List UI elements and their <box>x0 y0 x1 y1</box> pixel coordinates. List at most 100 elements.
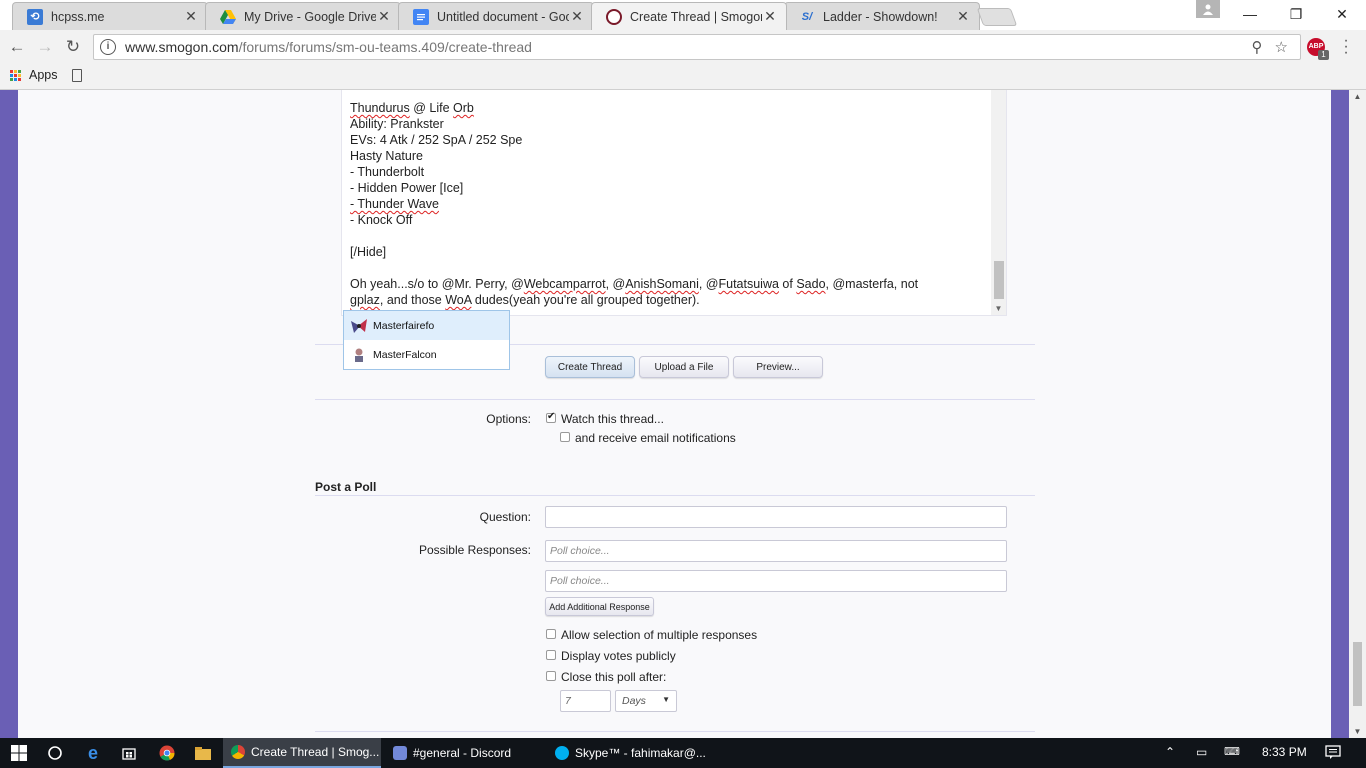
taskbar-chrome-window[interactable]: Create Thread | Smog... <box>223 738 381 768</box>
taskbar-discord-window[interactable]: #general - Discord <box>385 738 543 768</box>
tray-overflow-icon[interactable]: ⌃ <box>1165 745 1175 759</box>
misspelled-word: WoA <box>445 293 472 307</box>
mention-item[interactable]: Masterfairefo <box>344 311 509 340</box>
taskbar-task-title: Create Thread | Smog... <box>251 745 380 759</box>
close-tab-icon[interactable]: ✕ <box>762 8 778 25</box>
address-bar[interactable]: i www.smogon.com/forums/forums/sm-ou-tea… <box>93 34 1301 60</box>
tab-hcpss[interactable]: ⟲ hcpss.me ✕ <box>12 2 208 30</box>
close-poll-label[interactable]: Close this poll after: <box>561 670 666 684</box>
back-arrow-icon[interactable]: ← <box>6 37 28 57</box>
forum-content: Thundurus @ Life Orb Ability: Prankster EV… <box>18 90 1331 738</box>
restore-icon[interactable]: ❐ <box>1273 2 1319 26</box>
chrome-menu-icon[interactable]: · · · <box>1341 33 1351 61</box>
editor-line: EVs: 4 Atk / 252 SpA / 252 Spe <box>350 132 980 148</box>
watch-thread-label[interactable]: Watch this thread... <box>561 412 664 426</box>
poll-section-title: Post a Poll <box>315 480 377 494</box>
editor-text-segment: - Knock Off <box>350 213 413 227</box>
editor-text[interactable]: Thundurus @ Life Orb Ability: Prankster EV… <box>350 100 980 308</box>
minimize-icon[interactable]: — <box>1227 2 1273 26</box>
google-drive-icon <box>220 9 236 25</box>
store-icon[interactable] <box>110 738 148 768</box>
editor-text-segment: EVs: 4 Atk / 252 SpA / 252 Spe <box>350 133 523 147</box>
misspelled-word: Sado <box>796 277 826 291</box>
site-info-icon[interactable]: i <box>100 39 116 55</box>
new-tab-button[interactable] <box>976 8 1018 26</box>
edge-browser-icon[interactable]: e <box>74 738 112 768</box>
add-response-button[interactable]: Add Additional Response <box>545 597 654 616</box>
apps-shortcut[interactable]: Apps <box>10 68 58 82</box>
close-tab-icon[interactable]: ✕ <box>955 8 971 25</box>
close-tab-icon[interactable]: ✕ <box>569 8 585 25</box>
close-tab-icon[interactable]: ✕ <box>376 8 392 25</box>
upload-file-button[interactable]: Upload a File <box>639 356 729 378</box>
battery-icon[interactable]: ▭ <box>1196 745 1207 759</box>
editor-line: Thundurus @ Life Orb <box>350 100 980 116</box>
email-notifications-label[interactable]: and receive email notifications <box>575 431 736 445</box>
editor-text-segment: [/Hide] <box>350 245 387 259</box>
misspelled-word: Futatsuiwa <box>718 277 779 291</box>
editor-line: - Thunder Wave <box>350 196 980 212</box>
editor-line: [/Hide] <box>350 244 980 260</box>
editor-text-segment: Hasty Nature <box>350 149 423 163</box>
close-poll-unit-select[interactable]: Days ▼ <box>615 690 677 712</box>
display-votes-checkbox[interactable] <box>546 650 556 660</box>
editor-scroll-thumb[interactable] <box>994 261 1004 299</box>
document-bookmark-icon[interactable] <box>72 69 82 82</box>
mention-item[interactable]: MasterFalcon <box>344 340 509 369</box>
message-editor[interactable]: Thundurus @ Life Orb Ability: Prankster EV… <box>341 90 1007 316</box>
tab-showdown-ladder[interactable]: S/ Ladder - Showdown! ✕ <box>784 2 980 30</box>
editor-line: Hasty Nature <box>350 148 980 164</box>
tab-smogon-create-thread[interactable]: Create Thread | Smogon ✕ <box>591 2 787 30</box>
url-host: www.smogon.com <box>125 39 239 55</box>
chrome-pinned-icon[interactable] <box>148 738 186 768</box>
scroll-down-icon[interactable]: ▼ <box>991 304 1006 313</box>
zoom-icon[interactable]: ⚲ <box>1252 38 1263 56</box>
editor-line: Oh yeah...s/o to @Mr. Perry, @Webcamparr… <box>350 276 980 292</box>
showdown-icon: S/ <box>801 10 813 23</box>
taskbar-clock[interactable]: 8:33 PM <box>1262 745 1307 759</box>
scroll-up-icon[interactable]: ▲ <box>1349 92 1366 101</box>
display-votes-label[interactable]: Display votes publicly <box>561 649 676 663</box>
action-center-icon[interactable] <box>1325 745 1341 762</box>
forward-arrow-icon[interactable]: → <box>34 37 56 57</box>
mention-suggestions: Masterfairefo MasterFalcon <box>343 310 510 370</box>
windows-start-icon[interactable] <box>0 738 38 768</box>
reload-icon[interactable]: ↻ <box>62 37 84 57</box>
email-notifications-checkbox[interactable] <box>560 432 570 442</box>
allow-multiple-checkbox[interactable] <box>546 629 556 639</box>
poll-choice-input[interactable]: Poll choice... <box>545 570 1007 592</box>
poll-choice-input[interactable]: Poll choice... <box>545 540 1007 562</box>
close-poll-checkbox[interactable] <box>546 671 556 681</box>
file-explorer-icon[interactable] <box>184 738 222 768</box>
cortana-search-icon[interactable] <box>36 738 74 768</box>
allow-multiple-label[interactable]: Allow selection of multiple responses <box>561 628 757 642</box>
user-profile-icon[interactable] <box>1196 0 1220 18</box>
scroll-down-icon[interactable]: ▼ <box>1349 727 1366 736</box>
close-poll-length-input[interactable]: 7 <box>560 690 611 712</box>
page-scroll-thumb[interactable] <box>1353 642 1362 706</box>
editor-scrollbar[interactable]: ▼ <box>991 90 1006 315</box>
poll-question-input[interactable] <box>545 506 1007 528</box>
page-scrollbar[interactable]: ▲ ▼ <box>1349 90 1366 738</box>
editor-text-segment: Ability: Prankster <box>350 117 444 131</box>
close-tab-icon[interactable]: ✕ <box>183 8 199 25</box>
skype-icon <box>555 746 569 760</box>
question-label: Question: <box>479 510 531 524</box>
user-avatar-icon <box>355 348 363 362</box>
apps-grid-icon <box>10 69 21 81</box>
close-poll-unit-value: Days <box>622 695 646 707</box>
taskbar-skype-window[interactable]: Skype™ - fahimakar@... <box>547 738 705 768</box>
tab-google-docs[interactable]: Untitled document - Goo ✕ <box>398 2 594 30</box>
watch-thread-checkbox[interactable] <box>546 411 556 423</box>
bookmark-star-icon[interactable]: ☆ <box>1275 38 1288 56</box>
keyboard-icon[interactable]: ⌨ <box>1224 745 1240 758</box>
tab-google-drive[interactable]: My Drive - Google Drive ✕ <box>205 2 401 30</box>
close-window-icon[interactable]: ✕ <box>1319 2 1365 26</box>
create-thread-button[interactable]: Create Thread <box>545 356 635 378</box>
preview-button[interactable]: Preview... <box>733 356 823 378</box>
url-text[interactable]: www.smogon.com/forums/forums/sm-ou-teams… <box>125 39 1252 55</box>
mention-name: Masterfairefo <box>373 319 435 332</box>
discord-icon <box>393 746 407 760</box>
misspelled-word: gplaz <box>350 293 380 307</box>
